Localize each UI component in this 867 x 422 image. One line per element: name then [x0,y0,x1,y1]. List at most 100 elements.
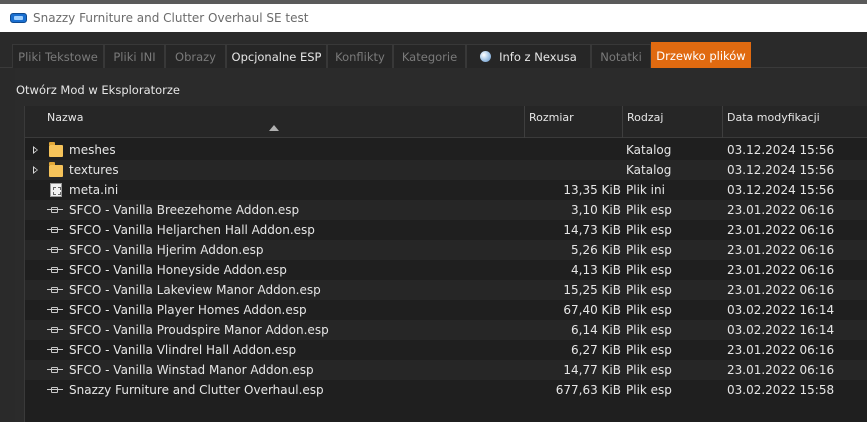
file-type: Plik esp [626,223,672,237]
file-type: Plik esp [626,303,672,317]
file-size: 677,63 KiB [555,383,621,397]
table-row[interactable]: meta.ini 13,35 KiB Plik ini 03.12.2024 15:5… [25,180,867,200]
table-row[interactable]: SFCO - Vanilla Proudspire Manor Addon.es… [25,320,867,340]
file-name: SFCO - Vanilla Heljarchen Hall Addon.esp [69,223,315,237]
file-name: textures [69,163,119,177]
table-row[interactable]: SFCO - Vanilla Heljarchen Hall Addon.esp… [25,220,867,240]
table-row[interactable]: Snazzy Furniture and Clutter Overhaul.es… [25,380,867,400]
file-date: 23.01.2022 06:16 [727,363,835,377]
plugin-file-icon [47,387,63,393]
file-type: Plik esp [626,203,672,217]
globe-icon [480,51,492,62]
file-size: 14,73 KiB [563,223,621,237]
plugin-file-icon [47,347,63,353]
file-date: 23.01.2022 06:16 [727,203,835,217]
tab-categories[interactable]: Kategorie [393,44,466,68]
file-type: Plik esp [626,383,672,397]
mod-info-window: Pliki Tekstowe Pliki INI Obrazy Opcjonal… [0,32,867,422]
plugin-file-icon [47,227,63,233]
file-size: 14,77 KiB [563,363,621,377]
file-name: meshes [69,143,116,157]
file-name: SFCO - Vanilla Player Homes Addon.esp [69,303,307,317]
file-type: Plik esp [626,363,672,377]
table-row[interactable]: meshes Katalog 03.12.2024 15:56 [25,140,867,160]
column-header-date[interactable]: Data modyfikacji [723,106,867,138]
file-size: 6,27 KiB [571,343,621,357]
file-type: Plik ini [626,183,665,197]
table-row[interactable]: SFCO - Vanilla Winstad Manor Addon.esp 14… [25,360,867,380]
tab-bar: Pliki Tekstowe Pliki INI Obrazy Opcjonal… [0,42,867,68]
folder-icon [49,142,63,157]
folder-icon [49,162,63,177]
file-size: 4,13 KiB [571,263,621,277]
table-row[interactable]: textures Katalog 03.12.2024 15:56 [25,160,867,180]
file-date: 03.02.2022 16:14 [727,323,835,337]
plugin-file-icon [47,247,63,253]
file-size: 15,25 KiB [563,283,621,297]
plugin-file-icon [47,327,63,333]
plugin-file-icon [47,267,63,273]
tab-ini-files[interactable]: Pliki INI [104,44,165,68]
tab-text-files[interactable]: Pliki Tekstowe [12,44,104,68]
file-date: 23.01.2022 06:16 [727,263,835,277]
tab-conflicts[interactable]: Konflikty [327,44,393,68]
tab-images[interactable]: Obrazy [165,44,226,68]
file-name: SFCO - Vanilla Honeyside Addon.esp [69,263,287,277]
plugin-file-icon [47,287,63,293]
table-row[interactable]: SFCO - Vanilla Player Homes Addon.esp 67,… [25,300,867,320]
table-row[interactable]: SFCO - Vanilla Breezehome Addon.esp 3,10 … [25,200,867,220]
file-type: Plik esp [626,243,672,257]
open-in-explorer-button[interactable]: Otwórz Mod w Eksploratorze [16,83,180,97]
file-type: Katalog [626,163,672,177]
ini-file-icon [50,183,62,197]
table-row[interactable]: SFCO - Vanilla Lakeview Manor Addon.esp 1… [25,280,867,300]
file-name: SFCO - Vanilla Lakeview Manor Addon.esp [69,283,321,297]
file-date: 23.01.2022 06:16 [727,343,835,357]
file-date: 23.01.2022 06:16 [727,243,835,257]
plugin-file-icon [47,307,63,313]
table-row[interactable]: SFCO - Vanilla Hjerim Addon.esp 5,26 KiB P… [25,240,867,260]
file-name: SFCO - Vanilla Vlindrel Hall Addon.esp [69,343,297,357]
column-header-type[interactable]: Rodzaj [623,106,723,138]
file-size: 67,40 KiB [563,303,621,317]
file-date: 03.02.2022 16:14 [727,303,835,317]
table-row[interactable]: SFCO - Vanilla Vlindrel Hall Addon.esp 6,… [25,340,867,360]
file-size: 5,26 KiB [571,243,621,257]
column-header-size[interactable]: Rozmiar [525,106,623,138]
file-type: Plik esp [626,343,672,357]
title-bar: Snazzy Furniture and Clutter Overhaul SE… [0,4,867,32]
expand-arrow-icon[interactable] [33,146,38,154]
app-icon [10,13,27,23]
tree-header: Nazwa Rozmiar Rodzaj Data modyfikacji [25,106,867,138]
file-name: SFCO - Vanilla Hjerim Addon.esp [69,243,264,257]
file-size: 3,10 KiB [571,203,621,217]
file-date: 03.12.2024 15:56 [727,183,835,197]
file-name: SFCO - Vanilla Winstad Manor Addon.esp [69,363,314,377]
tab-notes[interactable]: Notatki [591,44,651,68]
file-date: 23.01.2022 06:16 [727,283,835,297]
sort-ascending-icon [269,125,279,131]
file-name: meta.ini [69,183,119,197]
tree-rows: meshes Katalog 03.12.2024 15:56 textures Kat… [25,140,867,400]
file-date: 03.12.2024 15:56 [727,143,835,157]
tab-optional-esp[interactable]: Opcjonalne ESP [226,44,327,68]
file-date: 03.02.2022 15:58 [727,383,835,397]
expand-arrow-icon[interactable] [33,166,38,174]
file-tree-view[interactable]: Nazwa Rozmiar Rodzaj Data modyfikacji me… [24,106,867,422]
tab-file-tree[interactable]: Drzewko plików [651,42,751,68]
column-header-name[interactable]: Nazwa [25,106,525,138]
file-type: Katalog [626,143,672,157]
file-name: SFCO - Vanilla Proudspire Manor Addon.es… [69,323,329,337]
plugin-file-icon [47,367,63,373]
file-date: 03.12.2024 15:56 [727,163,835,177]
window-title: Snazzy Furniture and Clutter Overhaul SE… [33,11,309,25]
file-type: Plik esp [626,263,672,277]
plugin-file-icon [47,207,63,213]
file-date: 23.01.2022 06:16 [727,223,835,237]
table-row[interactable]: SFCO - Vanilla Honeyside Addon.esp 4,13 K… [25,260,867,280]
tab-nexus-info[interactable]: Info z Nexusa [466,44,591,68]
file-name: Snazzy Furniture and Clutter Overhaul.es… [69,383,324,397]
file-type: Plik esp [626,283,672,297]
file-name: SFCO - Vanilla Breezehome Addon.esp [69,203,300,217]
file-size: 13,35 KiB [563,183,621,197]
